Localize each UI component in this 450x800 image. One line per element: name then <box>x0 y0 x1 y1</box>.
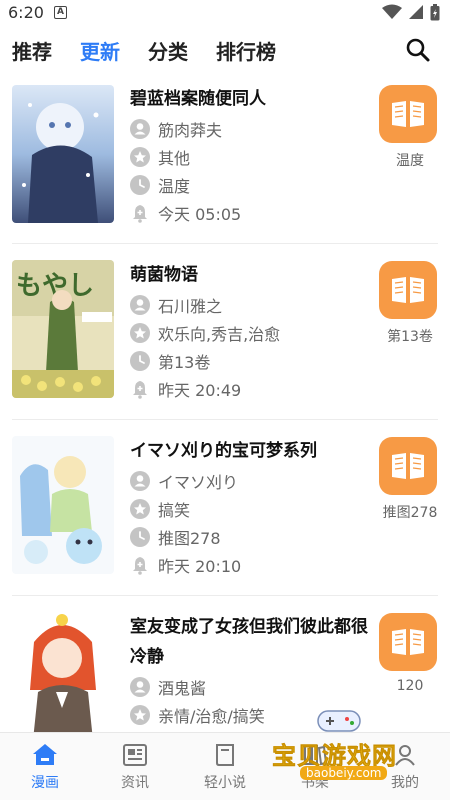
search-icon[interactable] <box>404 36 432 64</box>
tab-categories[interactable]: 分类 <box>148 36 188 65</box>
chapter-row: 推图278 <box>130 523 221 551</box>
read-button[interactable] <box>379 437 437 495</box>
latest-chapter: 推图278 <box>158 529 221 548</box>
comic-title[interactable]: 碧蓝档案随便同人 <box>130 84 372 114</box>
comic-cover[interactable] <box>12 85 114 223</box>
book-open-icon <box>392 101 424 127</box>
top-tab-bar: 推荐 更新 分类 排行榜 <box>0 28 450 72</box>
comic-title[interactable]: 萌菌物语 <box>130 260 372 290</box>
book-icon <box>216 744 234 766</box>
author-icon <box>130 471 150 491</box>
comic-title[interactable]: イマソ刈り的宝可梦系列 <box>130 436 372 466</box>
tags-row: 搞笑 <box>130 495 190 523</box>
read-progress-label: 温度 <box>396 153 424 169</box>
author-name: 筋肉莽夫 <box>158 121 223 140</box>
nav-comics[interactable]: 漫画 <box>0 733 90 800</box>
author-row: 酒鬼酱 <box>130 673 206 701</box>
star-icon <box>130 323 150 343</box>
comic-tags: 亲情/治愈/搞笑 <box>158 707 265 726</box>
bell-add-icon <box>133 205 147 223</box>
author-row: イマソ刈り <box>130 467 238 495</box>
read-progress-label: 推图278 <box>382 505 438 521</box>
notification-app-icon: A <box>53 5 67 19</box>
status-time: 6:20 <box>8 2 44 22</box>
clock-icon <box>130 175 150 195</box>
book-open-icon <box>392 277 424 303</box>
nav-light-novel-label: 轻小说 <box>204 775 246 791</box>
wifi-icon <box>382 4 402 19</box>
signal-icon <box>409 5 423 19</box>
clock-icon <box>130 527 150 547</box>
list-item[interactable]: 室友变成了女孩但我们彼此都很冷静 酒鬼酱 亲情/治愈/搞笑 120 <box>0 610 450 732</box>
nav-bookshelf[interactable]: 书架 <box>270 733 360 800</box>
comic-cover[interactable] <box>12 612 114 732</box>
read-button[interactable] <box>379 85 437 143</box>
read-button[interactable] <box>379 613 437 671</box>
update-time: 今天 05:05 <box>158 205 242 224</box>
book-open-icon <box>392 453 424 479</box>
nav-profile[interactable]: 我的 <box>360 733 450 800</box>
update-time-row: 昨天 20:10 <box>130 551 241 579</box>
update-time-row: 今天 05:05 <box>130 199 241 227</box>
read-button[interactable] <box>379 261 437 319</box>
comic-cover[interactable] <box>12 436 114 574</box>
author-name: イマソ刈り <box>158 473 239 492</box>
clock-icon <box>130 351 150 371</box>
nav-news-label: 资讯 <box>121 775 149 791</box>
news-icon <box>123 744 147 766</box>
nav-profile-label: 我的 <box>391 775 419 791</box>
profile-icon <box>395 745 415 766</box>
latest-chapter: 温度 <box>158 177 191 196</box>
author-name: 酒鬼酱 <box>158 679 207 698</box>
tags-row: 其他 <box>130 143 190 171</box>
author-row: 筋肉莽夫 <box>130 115 222 143</box>
tab-updates[interactable]: 更新 <box>80 36 120 65</box>
comic-tags: 搞笑 <box>158 501 191 520</box>
tab-rankings[interactable]: 排行榜 <box>216 36 276 65</box>
tab-recommend[interactable]: 推荐 <box>12 36 52 65</box>
nav-bookshelf-label: 书架 <box>301 775 329 791</box>
author-icon <box>130 677 150 697</box>
home-icon <box>33 744 57 765</box>
star-icon <box>130 499 150 519</box>
battery-icon <box>430 3 440 20</box>
author-name: 石川雅之 <box>158 297 223 316</box>
star-icon <box>130 147 150 167</box>
author-row: 石川雅之 <box>130 291 222 319</box>
status-bar: 6:20 A <box>0 0 450 24</box>
list-item[interactable]: イマソ刈り的宝可梦系列 イマソ刈り 搞笑 推图278 昨天 20:10 推图27… <box>0 434 450 610</box>
bell-add-icon <box>133 381 147 399</box>
comic-tags: 其他 <box>158 149 191 168</box>
nav-comics-label: 漫画 <box>31 775 59 791</box>
tags-row: 亲情/治愈/搞笑 <box>130 701 265 729</box>
bookshelf-icon <box>304 745 328 766</box>
comic-cover[interactable]: もやし <box>12 260 114 398</box>
update-time: 昨天 20:49 <box>158 381 242 400</box>
nav-light-novel[interactable]: 轻小说 <box>180 733 270 800</box>
read-progress-label: 第13卷 <box>387 329 433 345</box>
tags-row: 欢乐向,秀吉,治愈 <box>130 319 280 347</box>
latest-chapter: 第13卷 <box>158 353 211 372</box>
chapter-row: 温度 <box>130 171 190 199</box>
update-time: 昨天 20:10 <box>158 557 242 576</box>
author-icon <box>130 119 150 139</box>
update-time-row: 昨天 20:49 <box>130 375 241 403</box>
nav-news[interactable]: 资讯 <box>90 733 180 800</box>
divider <box>12 419 438 420</box>
author-icon <box>130 295 150 315</box>
list-item[interactable]: 碧蓝档案随便同人 筋肉莽夫 其他 温度 今天 05:05 温度 <box>0 82 450 258</box>
list-item[interactable]: もやし 萌菌物语 石川雅之 欢乐向,秀吉,治愈 第13卷 昨天 20:49 第1… <box>0 258 450 434</box>
divider <box>12 243 438 244</box>
comic-tags: 欢乐向,秀吉,治愈 <box>158 325 281 344</box>
bottom-nav: 漫画 资讯 轻小说 书架 我的 <box>0 732 450 800</box>
bell-add-icon <box>133 557 147 575</box>
chapter-row: 第13卷 <box>130 347 210 375</box>
star-icon <box>130 705 150 725</box>
divider <box>12 595 438 596</box>
book-open-icon <box>392 629 424 655</box>
comic-title[interactable]: 室友变成了女孩但我们彼此都很冷静 <box>130 612 372 672</box>
comic-update-list: 碧蓝档案随便同人 筋肉莽夫 其他 温度 今天 05:05 温度 もやし 萌菌物语… <box>0 82 450 732</box>
read-progress-label: 120 <box>396 678 424 694</box>
